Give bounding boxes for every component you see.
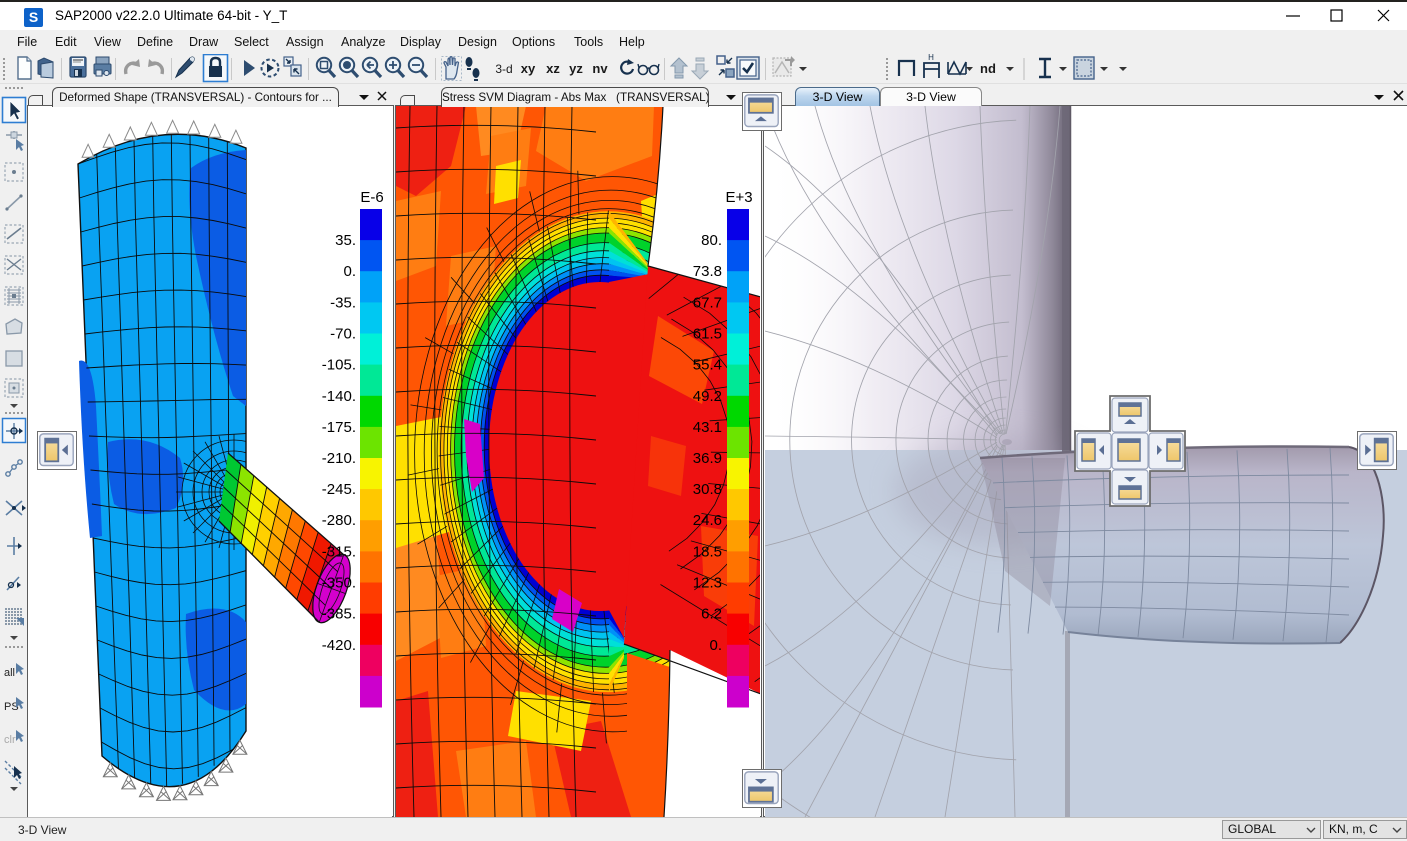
svg-text:yz: yz — [569, 61, 583, 76]
svg-text:-175.: -175. — [322, 419, 356, 436]
svg-text:-280.: -280. — [322, 512, 356, 529]
svg-text:nd: nd — [980, 61, 996, 76]
svg-text:-350.: -350. — [322, 575, 356, 592]
svg-text:35.: 35. — [335, 232, 356, 249]
svg-text:-315.: -315. — [322, 543, 356, 560]
svg-text:xy: xy — [521, 61, 536, 76]
svg-text:73.8: 73.8 — [693, 263, 722, 280]
svg-text:E+3: E+3 — [725, 189, 752, 206]
svg-text:55.4: 55.4 — [693, 357, 722, 374]
svg-text:H: H — [928, 54, 934, 62]
svg-text:67.7: 67.7 — [693, 294, 722, 311]
svg-text:49.2: 49.2 — [693, 388, 722, 405]
svg-text:-420.: -420. — [322, 637, 356, 654]
svg-text:-385.: -385. — [322, 606, 356, 623]
svg-text:all: all — [4, 667, 15, 679]
svg-text:6.2: 6.2 — [701, 606, 722, 623]
svg-text:12.3: 12.3 — [693, 575, 722, 592]
svg-text:-140.: -140. — [322, 388, 356, 405]
svg-text:61.5: 61.5 — [693, 326, 722, 343]
svg-text:3-d: 3-d — [495, 62, 512, 76]
svg-text:43.1: 43.1 — [693, 419, 722, 436]
svg-text:-245.: -245. — [322, 481, 356, 498]
svg-text:-105.: -105. — [322, 357, 356, 374]
svg-text:18.5: 18.5 — [693, 543, 722, 560]
svg-text:0.: 0. — [343, 263, 356, 280]
svg-text:nv: nv — [592, 61, 608, 76]
svg-text:30.8: 30.8 — [693, 481, 722, 498]
svg-text:E-6: E-6 — [360, 189, 383, 206]
svg-text:24.6: 24.6 — [693, 512, 722, 529]
svg-text:0.: 0. — [709, 637, 722, 654]
svg-text:36.9: 36.9 — [693, 450, 722, 467]
svg-text:-35.: -35. — [330, 294, 356, 311]
svg-text:-70.: -70. — [330, 326, 356, 343]
svg-text:xz: xz — [546, 61, 560, 76]
svg-text:-210.: -210. — [322, 450, 356, 467]
svg-text:80.: 80. — [701, 232, 722, 249]
svg-text:clr: clr — [4, 734, 16, 746]
